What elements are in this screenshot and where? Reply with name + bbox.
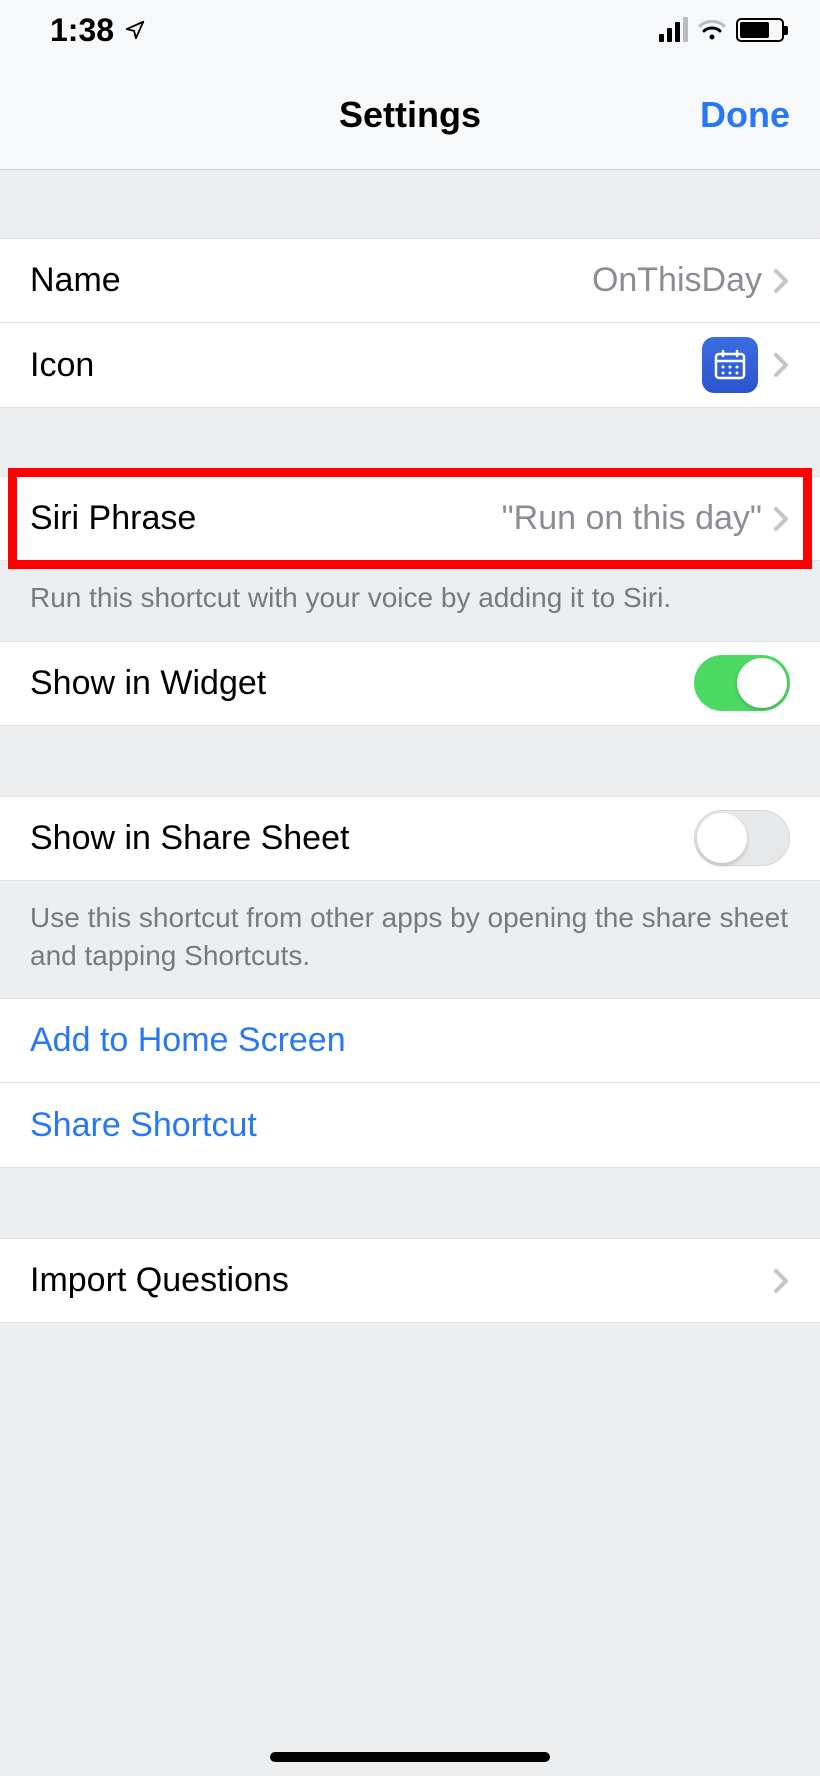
row-share-shortcut[interactable]: Share Shortcut — [0, 1083, 820, 1168]
wifi-icon — [698, 19, 726, 41]
row-import-questions[interactable]: Import Questions — [0, 1238, 820, 1323]
import-q-label: Import Questions — [30, 1261, 289, 1300]
status-bar: 1:38 — [0, 0, 820, 60]
home-indicator[interactable] — [270, 1752, 550, 1762]
page-title: Settings — [339, 94, 481, 136]
widget-toggle[interactable] — [694, 655, 790, 711]
row-show-in-share-sheet[interactable]: Show in Share Sheet — [0, 796, 820, 881]
nav-bar: Settings Done — [0, 60, 820, 170]
siri-highlight-wrap: Siri Phrase "Run on this day" — [0, 476, 820, 561]
row-show-in-widget[interactable]: Show in Widget — [0, 641, 820, 726]
group-links: Add to Home Screen Share Shortcut — [0, 998, 820, 1168]
row-icon[interactable]: Icon — [0, 323, 820, 408]
group-basic: Name OnThisDay Icon — [0, 238, 820, 408]
siri-footer: Run this shortcut with your voice by add… — [0, 561, 820, 641]
cellular-icon — [659, 18, 688, 42]
chevron-icon — [772, 505, 790, 533]
chevron-icon — [772, 267, 790, 295]
row-add-to-home-screen[interactable]: Add to Home Screen — [0, 998, 820, 1083]
status-left: 1:38 — [50, 12, 146, 49]
siri-label: Siri Phrase — [30, 499, 196, 538]
status-right — [659, 18, 784, 42]
group-share-sheet: Show in Share Sheet — [0, 796, 820, 881]
share-shortcut-label: Share Shortcut — [30, 1106, 257, 1145]
battery-icon — [736, 18, 784, 42]
location-icon — [124, 12, 146, 49]
row-name-label: Name — [30, 261, 121, 300]
calendar-icon — [702, 337, 758, 393]
status-time: 1:38 — [50, 12, 114, 49]
chevron-icon — [772, 351, 790, 379]
chevron-icon — [772, 1267, 790, 1295]
share-sheet-footer: Use this shortcut from other apps by ope… — [0, 881, 820, 999]
row-name[interactable]: Name OnThisDay — [0, 238, 820, 323]
add-home-label: Add to Home Screen — [30, 1021, 346, 1060]
row-icon-label: Icon — [30, 346, 94, 385]
group-import: Import Questions — [0, 1238, 820, 1323]
group-widget: Show in Widget — [0, 641, 820, 726]
group-siri: Siri Phrase "Run on this day" — [0, 476, 820, 561]
widget-label: Show in Widget — [30, 664, 266, 703]
share-sheet-label: Show in Share Sheet — [30, 819, 349, 858]
share-sheet-toggle[interactable] — [694, 810, 790, 866]
row-name-value: OnThisDay — [592, 261, 762, 300]
siri-value: "Run on this day" — [502, 499, 762, 538]
done-button[interactable]: Done — [700, 94, 790, 136]
row-siri-phrase[interactable]: Siri Phrase "Run on this day" — [0, 476, 820, 561]
